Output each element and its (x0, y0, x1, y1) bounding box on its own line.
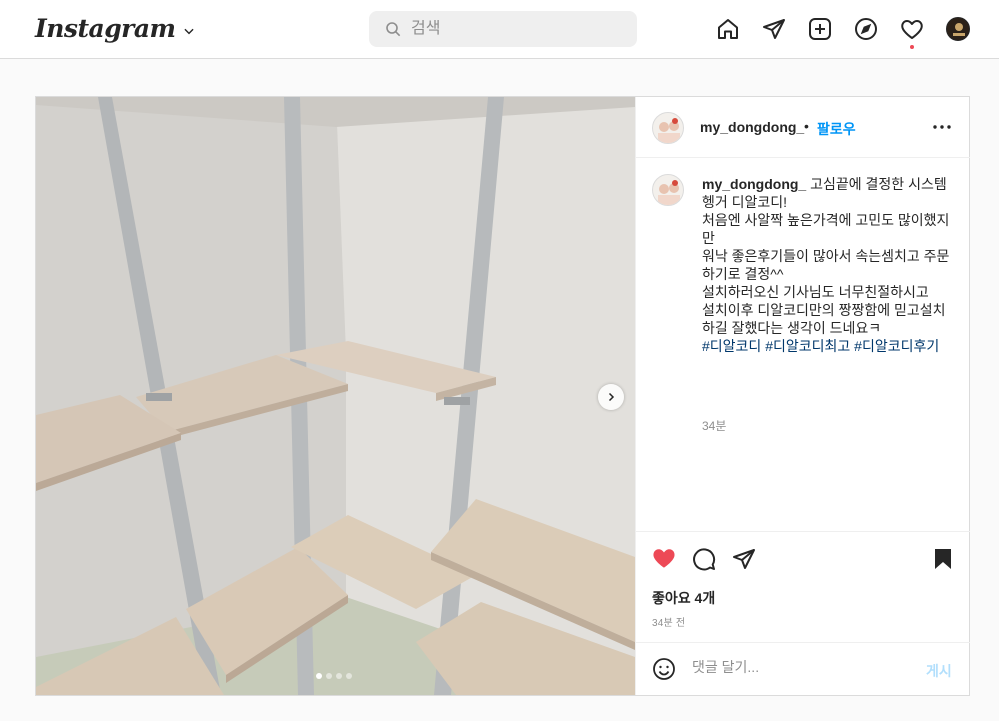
chevron-right-icon (608, 392, 615, 402)
comment-icon[interactable] (691, 546, 717, 572)
post-comment-button[interactable]: 게시 (926, 661, 952, 681)
like-count[interactable]: 좋아요 4개 (652, 588, 715, 608)
direct-icon[interactable] (761, 16, 787, 42)
like-heart-icon[interactable] (651, 546, 677, 572)
hashtag-link[interactable]: #디알코디후기 (854, 338, 939, 354)
post-caption: my_dongdong_ 고심끝에 결정한 시스템헹거 디알코디! 처음엔 사알… (702, 175, 952, 355)
post-actions: 좋아요 4개 34분 전 게시 (636, 531, 970, 695)
comment-input[interactable] (692, 659, 912, 675)
caption-hashtags: #디알코디 #디알코디최고 #디알코디후기 (702, 337, 952, 355)
caption-line: 설치이후 디알코디만의 짱짱함에 믿고설치하길 잘했다는 생각이 드네요ㅋ (702, 302, 946, 336)
home-icon[interactable] (715, 16, 741, 42)
more-options-icon[interactable] (932, 119, 952, 135)
caption-username[interactable]: my_dongdong_ (702, 176, 806, 192)
comment-form: 게시 (636, 642, 970, 696)
notification-dot (910, 45, 914, 49)
caption-line: my_dongdong_ 고심끝에 결정한 시스템헹거 디알코디! (702, 176, 947, 210)
carousel-dot (346, 673, 352, 679)
caption-line: 설치하러오신 기사님도 너무친절하시고 (702, 284, 929, 300)
post-timestamp: 34분 전 (652, 618, 686, 629)
logo-wordmark: Instagram (35, 14, 176, 43)
carousel-dot (326, 673, 332, 679)
caption-line: 처음엔 사알짝 높은가격에 고민도 많이했지만 (702, 212, 950, 246)
caption-author-avatar[interactable] (652, 174, 684, 206)
emoji-icon[interactable] (652, 657, 676, 681)
post-sidebar: my_dongdong_ • 팔로우 my_dongdong_ 고심끝에 결정한… (635, 97, 970, 695)
hashtag-link[interactable]: #디알코디최고 (765, 338, 850, 354)
activity-heart-icon[interactable] (899, 16, 925, 42)
search-icon (386, 22, 401, 37)
post-photo[interactable] (36, 97, 635, 695)
carousel-dot (316, 673, 322, 679)
carousel-next-button[interactable] (598, 384, 624, 410)
carousel-dot (336, 673, 342, 679)
hashtag-link[interactable]: #디알코디 (702, 338, 761, 354)
explore-icon[interactable] (853, 16, 879, 42)
share-icon[interactable] (731, 546, 757, 572)
profile-avatar[interactable] (946, 17, 970, 41)
caption-line: 워낙 좋은후기들이 많아서 속는셈치고 주문하기로 결정^^ (702, 248, 950, 282)
top-navigation-bar: Instagram (0, 0, 999, 59)
bookmark-icon[interactable] (930, 546, 956, 572)
separator-dot: • (804, 118, 809, 134)
search-bar[interactable] (369, 11, 637, 47)
new-post-icon[interactable] (807, 16, 833, 42)
post-header: my_dongdong_ • 팔로우 (636, 97, 970, 158)
chevron-down-icon (183, 28, 194, 34)
post-card: my_dongdong_ • 팔로우 my_dongdong_ 고심끝에 결정한… (35, 96, 970, 696)
author-avatar[interactable] (652, 112, 684, 144)
author-username[interactable]: my_dongdong_ (700, 119, 804, 135)
search-input[interactable] (411, 20, 631, 38)
caption-timestamp: 34분 (702, 419, 727, 433)
carousel-indicator (316, 673, 352, 679)
instagram-logo[interactable]: Instagram (35, 14, 196, 43)
follow-button[interactable]: 팔로우 (817, 119, 856, 139)
